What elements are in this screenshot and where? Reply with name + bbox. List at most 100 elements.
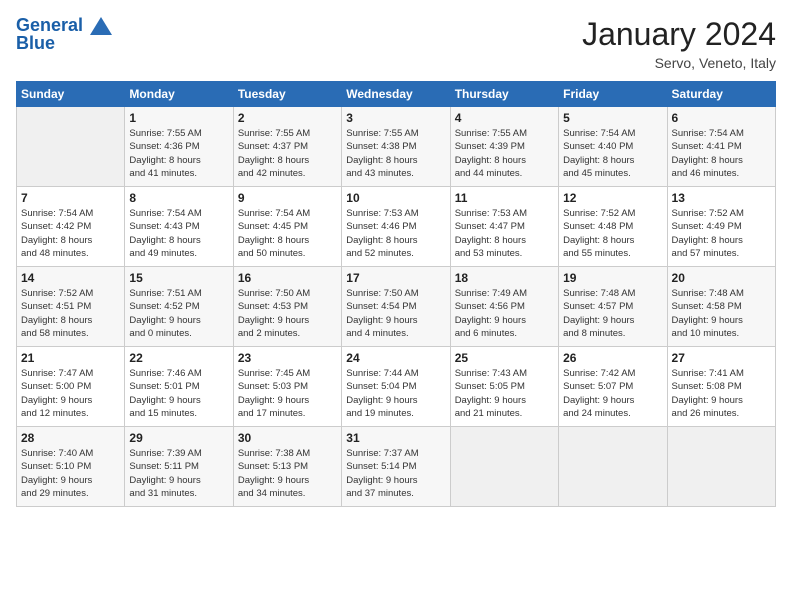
day-detail: Sunrise: 7:48 AMSunset: 4:57 PMDaylight:…: [563, 287, 662, 340]
day-number: 26: [563, 351, 662, 365]
calendar-title: January 2024: [582, 16, 776, 53]
calendar-cell: 5Sunrise: 7:54 AMSunset: 4:40 PMDaylight…: [559, 107, 667, 187]
week-row-2: 7 Sunrise: 7:54 AMSunset: 4:42 PMDaylight…: [17, 187, 776, 267]
calendar-cell: [667, 427, 775, 507]
calendar-cell: 17 Sunrise: 7:50 AMSunset: 4:54 PMDayligh…: [342, 267, 450, 347]
calendar-cell: 31Sunrise: 7:37 AMSunset: 5:14 PMDayligh…: [342, 427, 450, 507]
calendar-cell: 28Sunrise: 7:40 AMSunset: 5:10 PMDayligh…: [17, 427, 125, 507]
day-number: 20: [672, 271, 771, 285]
day-detail: Sunrise: 7:48 AMSunset: 4:58 PMDaylight:…: [672, 287, 771, 340]
calendar-cell: 9Sunrise: 7:54 AMSunset: 4:45 PMDaylight…: [233, 187, 341, 267]
weekday-header-sunday: Sunday: [17, 82, 125, 107]
day-number: 10: [346, 191, 445, 205]
calendar-cell: 19 Sunrise: 7:48 AMSunset: 4:57 PMDayligh…: [559, 267, 667, 347]
day-detail: Sunrise: 7:37 AMSunset: 5:14 PMDaylight:…: [346, 447, 445, 500]
calendar-cell: 2 Sunrise: 7:55 AMSunset: 4:37 PMDaylight…: [233, 107, 341, 187]
day-number: 2: [238, 111, 337, 125]
day-detail: Sunrise: 7:55 AMSunset: 4:39 PMDaylight:…: [455, 127, 554, 180]
header: General Blue January 2024 Servo, Veneto,…: [16, 16, 776, 71]
weekday-header-saturday: Saturday: [667, 82, 775, 107]
weekday-header-row: SundayMondayTuesdayWednesdayThursdayFrid…: [17, 82, 776, 107]
weekday-header-monday: Monday: [125, 82, 233, 107]
day-detail: Sunrise: 7:50 AMSunset: 4:54 PMDaylight:…: [346, 287, 445, 340]
weekday-header-thursday: Thursday: [450, 82, 558, 107]
calendar-cell: 26Sunrise: 7:42 AMSunset: 5:07 PMDayligh…: [559, 347, 667, 427]
day-number: 22: [129, 351, 228, 365]
day-number: 18: [455, 271, 554, 285]
day-detail: Sunrise: 7:53 AMSunset: 4:46 PMDaylight:…: [346, 207, 445, 260]
calendar-cell: 3 Sunrise: 7:55 AMSunset: 4:38 PMDaylight…: [342, 107, 450, 187]
calendar-cell: 27 Sunrise: 7:41 AMSunset: 5:08 PMDayligh…: [667, 347, 775, 427]
day-detail: Sunrise: 7:46 AMSunset: 5:01 PMDaylight:…: [129, 367, 228, 420]
calendar-cell: 11Sunrise: 7:53 AMSunset: 4:47 PMDayligh…: [450, 187, 558, 267]
day-number: 24: [346, 351, 445, 365]
calendar-cell: 10 Sunrise: 7:53 AMSunset: 4:46 PMDayligh…: [342, 187, 450, 267]
calendar-cell: 23 Sunrise: 7:45 AMSunset: 5:03 PMDayligh…: [233, 347, 341, 427]
calendar-cell: 1Sunrise: 7:55 AMSunset: 4:36 PMDaylight…: [125, 107, 233, 187]
day-detail: Sunrise: 7:41 AMSunset: 5:08 PMDaylight:…: [672, 367, 771, 420]
day-detail: Sunrise: 7:43 AMSunset: 5:05 PMDaylight:…: [455, 367, 554, 420]
calendar-cell: 15 Sunrise: 7:51 AMSunset: 4:52 PMDayligh…: [125, 267, 233, 347]
day-detail: Sunrise: 7:55 AMSunset: 4:38 PMDaylight:…: [346, 127, 445, 180]
calendar-cell: 29 Sunrise: 7:39 AMSunset: 5:11 PMDayligh…: [125, 427, 233, 507]
calendar-cell: 21Sunrise: 7:47 AMSunset: 5:00 PMDayligh…: [17, 347, 125, 427]
day-number: 11: [455, 191, 554, 205]
calendar-cell: 18 Sunrise: 7:49 AMSunset: 4:56 PMDayligh…: [450, 267, 558, 347]
day-detail: Sunrise: 7:54 AMSunset: 4:42 PMDaylight:…: [21, 207, 120, 260]
day-number: 27: [672, 351, 771, 365]
day-number: 19: [563, 271, 662, 285]
day-number: 23: [238, 351, 337, 365]
day-number: 9: [238, 191, 337, 205]
calendar-cell: 24 Sunrise: 7:44 AMSunset: 5:04 PMDayligh…: [342, 347, 450, 427]
calendar-cell: 14Sunrise: 7:52 AMSunset: 4:51 PMDayligh…: [17, 267, 125, 347]
calendar-cell: 6 Sunrise: 7:54 AMSunset: 4:41 PMDaylight…: [667, 107, 775, 187]
calendar-cell: 30 Sunrise: 7:38 AMSunset: 5:13 PMDayligh…: [233, 427, 341, 507]
day-number: 3: [346, 111, 445, 125]
day-detail: Sunrise: 7:49 AMSunset: 4:56 PMDaylight:…: [455, 287, 554, 340]
day-number: 25: [455, 351, 554, 365]
day-detail: Sunrise: 7:40 AMSunset: 5:10 PMDaylight:…: [21, 447, 120, 500]
day-number: 17: [346, 271, 445, 285]
day-detail: Sunrise: 7:45 AMSunset: 5:03 PMDaylight:…: [238, 367, 337, 420]
calendar-cell: 7 Sunrise: 7:54 AMSunset: 4:42 PMDaylight…: [17, 187, 125, 267]
title-block: January 2024 Servo, Veneto, Italy: [582, 16, 776, 71]
calendar-cell: [17, 107, 125, 187]
logo: General Blue: [16, 16, 112, 54]
day-detail: Sunrise: 7:44 AMSunset: 5:04 PMDaylight:…: [346, 367, 445, 420]
calendar-table: SundayMondayTuesdayWednesdayThursdayFrid…: [16, 81, 776, 507]
day-detail: Sunrise: 7:52 AMSunset: 4:49 PMDaylight:…: [672, 207, 771, 260]
calendar-subtitle: Servo, Veneto, Italy: [582, 55, 776, 71]
weekday-header-tuesday: Tuesday: [233, 82, 341, 107]
calendar-cell: [450, 427, 558, 507]
day-number: 6: [672, 111, 771, 125]
logo-line1: General: [16, 15, 83, 35]
day-detail: Sunrise: 7:54 AMSunset: 4:41 PMDaylight:…: [672, 127, 771, 180]
logo-arrow-icon: [90, 17, 112, 35]
day-number: 8: [129, 191, 228, 205]
day-detail: Sunrise: 7:52 AMSunset: 4:48 PMDaylight:…: [563, 207, 662, 260]
week-row-4: 21Sunrise: 7:47 AMSunset: 5:00 PMDayligh…: [17, 347, 776, 427]
calendar-cell: 13 Sunrise: 7:52 AMSunset: 4:49 PMDayligh…: [667, 187, 775, 267]
day-detail: Sunrise: 7:47 AMSunset: 5:00 PMDaylight:…: [21, 367, 120, 420]
day-number: 29: [129, 431, 228, 445]
day-detail: Sunrise: 7:38 AMSunset: 5:13 PMDaylight:…: [238, 447, 337, 500]
weekday-header-wednesday: Wednesday: [342, 82, 450, 107]
day-number: 12: [563, 191, 662, 205]
day-number: 4: [455, 111, 554, 125]
day-detail: Sunrise: 7:51 AMSunset: 4:52 PMDaylight:…: [129, 287, 228, 340]
day-number: 15: [129, 271, 228, 285]
day-detail: Sunrise: 7:52 AMSunset: 4:51 PMDaylight:…: [21, 287, 120, 340]
day-detail: Sunrise: 7:55 AMSunset: 4:37 PMDaylight:…: [238, 127, 337, 180]
day-number: 30: [238, 431, 337, 445]
day-detail: Sunrise: 7:55 AMSunset: 4:36 PMDaylight:…: [129, 127, 228, 180]
day-number: 13: [672, 191, 771, 205]
calendar-cell: 4 Sunrise: 7:55 AMSunset: 4:39 PMDaylight…: [450, 107, 558, 187]
day-number: 7: [21, 191, 120, 205]
calendar-cell: 12 Sunrise: 7:52 AMSunset: 4:48 PMDayligh…: [559, 187, 667, 267]
page: General Blue January 2024 Servo, Veneto,…: [0, 0, 792, 612]
day-detail: Sunrise: 7:54 AMSunset: 4:43 PMDaylight:…: [129, 207, 228, 260]
day-detail: Sunrise: 7:39 AMSunset: 5:11 PMDaylight:…: [129, 447, 228, 500]
weekday-header-friday: Friday: [559, 82, 667, 107]
week-row-5: 28Sunrise: 7:40 AMSunset: 5:10 PMDayligh…: [17, 427, 776, 507]
week-row-3: 14Sunrise: 7:52 AMSunset: 4:51 PMDayligh…: [17, 267, 776, 347]
